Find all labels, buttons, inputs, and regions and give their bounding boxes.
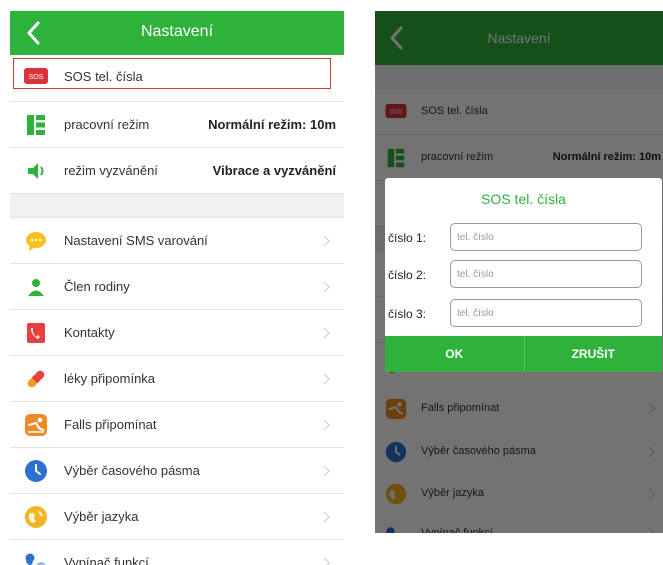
work-mode-icon: [27, 115, 45, 135]
contacts-icon: [27, 323, 45, 343]
feature-switch-label: Vypínač funkcí: [64, 555, 149, 565]
fall-reminder-row[interactable]: Falls připomínat: [10, 402, 344, 448]
sms-icon: [26, 232, 46, 251]
medicine-reminder-label: léky připomínka: [64, 371, 156, 386]
clock-icon: [25, 460, 47, 482]
chevron-right-icon: [323, 465, 330, 477]
sms-alert-label: Nastavení SMS varování: [64, 233, 208, 248]
family-member-label: Člen rodiny: [64, 279, 130, 294]
number-3-field: číslo 3:: [385, 299, 662, 329]
number-2-input[interactable]: [450, 260, 642, 288]
work-mode-label: pracovní režim: [64, 117, 150, 132]
number-1-field: číslo 1:: [385, 223, 662, 253]
dialog-button-bar: OK ZRUŠIT: [385, 336, 662, 372]
settings-screen-dialog: Nastavení SOS SOS tel. čísla pracovní re…: [375, 11, 663, 533]
sos-icon: SOS: [24, 68, 48, 84]
sos-numbers-row[interactable]: SOS SOS tel. čísla: [10, 55, 344, 102]
language-row[interactable]: Výběr jazyka: [10, 494, 344, 540]
medicine-reminder-row[interactable]: léky připomínka: [10, 356, 344, 402]
work-mode-value: Normální režim: 10m: [208, 117, 336, 132]
sms-alert-row[interactable]: Nastavení SMS varování: [10, 218, 344, 264]
sos-row-highlight: [13, 58, 331, 89]
ok-button[interactable]: OK: [385, 336, 524, 372]
number-1-label: číslo 1:: [388, 231, 427, 245]
page-title: Nastavení: [140, 23, 214, 40]
sos-row-label: SOS tel. čísla: [64, 69, 143, 84]
number-3-label: číslo 3:: [388, 307, 427, 321]
chevron-right-icon: [323, 511, 330, 523]
family-member-row[interactable]: Člen rodiny: [10, 264, 344, 310]
number-3-input[interactable]: [450, 299, 642, 327]
top-bar: Nastavení: [10, 11, 344, 55]
speaker-icon: [28, 163, 44, 179]
wrench-icon: [25, 553, 46, 565]
fall-reminder-label: Falls připomínat: [64, 417, 157, 432]
contacts-row[interactable]: Kontakty: [10, 310, 344, 356]
settings-screen: Nastavení SOS SOS tel. čísla pracovní re…: [10, 11, 344, 565]
work-mode-row[interactable]: pracovní režim Normální režim: 10m: [10, 102, 344, 148]
medicine-icon: [27, 370, 45, 388]
dialog-title: SOS tel. čísla: [481, 191, 566, 207]
timezone-row[interactable]: Výběr časového pásma: [10, 448, 344, 494]
ring-mode-label: režim vyzvánění: [64, 163, 158, 178]
language-label: Výběr jazyka: [64, 509, 139, 524]
section-divider: [10, 194, 344, 218]
chevron-right-icon: [323, 373, 330, 385]
family-icon: [28, 279, 44, 296]
number-1-input[interactable]: [450, 223, 642, 251]
contacts-label: Kontakty: [64, 325, 115, 340]
chevron-right-icon: [323, 419, 330, 431]
chevron-right-icon: [323, 235, 330, 247]
svg-text:SOS: SOS: [29, 74, 44, 81]
chevron-right-icon: [323, 281, 330, 293]
cancel-button[interactable]: ZRUŠIT: [523, 336, 663, 372]
fall-icon: [25, 414, 47, 436]
number-2-label: číslo 2:: [388, 268, 427, 282]
chevron-right-icon: [323, 327, 330, 339]
number-2-field: číslo 2:: [385, 260, 662, 290]
chevron-right-icon: [323, 557, 330, 565]
ring-mode-value: Vibrace a vyzvánění: [212, 163, 336, 178]
globe-icon: [25, 506, 47, 528]
timezone-label: Výběr časového pásma: [64, 463, 200, 478]
feature-switch-row[interactable]: Vypínač funkcí: [10, 540, 344, 565]
sos-numbers-dialog: SOS tel. čísla číslo 1: číslo 2: číslo 3…: [385, 178, 662, 372]
ring-mode-row[interactable]: režim vyzvánění Vibrace a vyzvánění: [10, 148, 344, 194]
